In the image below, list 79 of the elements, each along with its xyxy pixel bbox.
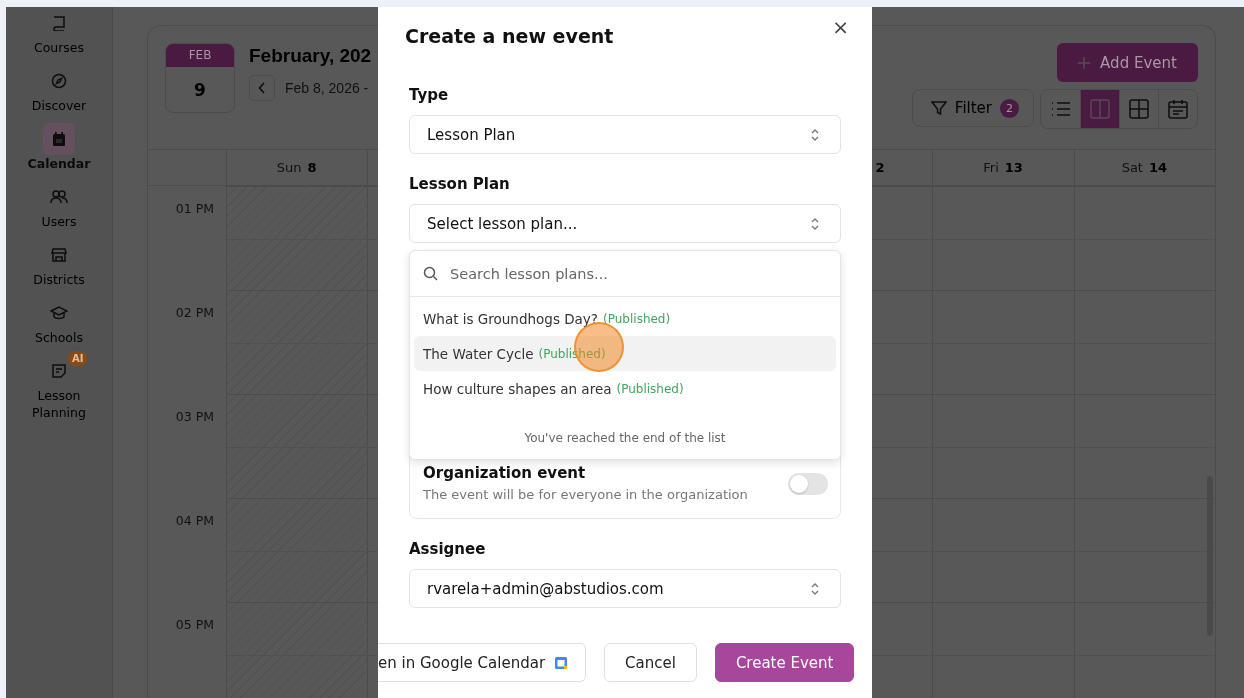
filter-count-badge: 2	[1000, 98, 1019, 118]
time-label: 01 PM	[175, 201, 214, 216]
filter-button[interactable]: Filter 2	[911, 89, 1034, 127]
date-badge-month: FEB	[166, 44, 234, 67]
time-label: 02 PM	[175, 305, 214, 320]
store-icon	[51, 247, 67, 263]
nav-label: Courses	[32, 39, 86, 56]
nav-item[interactable]: AI Lesson Planning	[9, 351, 109, 421]
organization-event-description: The event will be for everyone in the organization	[423, 486, 748, 504]
updown-chevron-icon	[810, 581, 820, 596]
google-calendar-icon	[555, 656, 568, 669]
search-icon	[423, 266, 438, 281]
grid-icon	[1129, 99, 1149, 119]
nav-item[interactable]: Discover	[9, 69, 109, 114]
option-title: The Water Cycle	[423, 345, 534, 362]
time-label: 05 PM	[175, 617, 214, 632]
nav-item[interactable]: Users	[9, 185, 109, 230]
lesson-plan-option[interactable]: How culture shapes an area (Published)	[414, 371, 836, 406]
nav-item[interactable]: Courses	[9, 11, 109, 56]
day-date: 14	[1148, 160, 1168, 175]
time-label: 04 PM	[175, 513, 214, 528]
time-label: 03 PM	[175, 409, 214, 424]
note-icon	[51, 363, 67, 379]
nav-label: Schools	[34, 329, 84, 346]
list-icon	[1050, 101, 1071, 117]
lesson-plan-select[interactable]: Select lesson plan...	[409, 204, 841, 243]
day-name: Sun	[276, 160, 302, 175]
nav-label: Users	[40, 213, 78, 230]
day-date: 13	[1004, 160, 1023, 175]
view-toggle[interactable]	[1080, 90, 1119, 128]
updown-chevron-icon	[810, 127, 820, 142]
assignee-select[interactable]: rvarela+admin@abstudios.com	[409, 569, 841, 608]
columns-icon	[1090, 99, 1110, 119]
calendar-icon	[51, 131, 67, 147]
field-label: Type	[409, 85, 450, 105]
type-select[interactable]: Lesson Plan	[409, 115, 841, 154]
option-status: (Published)	[603, 311, 671, 326]
day-name: Sat	[1121, 160, 1143, 175]
date-range: Feb 8, 2026 -	[285, 80, 369, 96]
select-value: Select lesson plan...	[427, 214, 578, 233]
date-badge-day: 9	[166, 67, 234, 112]
cancel-button[interactable]: Cancel	[604, 643, 697, 682]
users-icon	[50, 189, 68, 205]
google-calendar-button[interactable]: en in Google Calendar	[378, 643, 587, 682]
end-of-list-note: You've reached the end of the list	[523, 431, 727, 445]
select-value: rvarela+admin@abstudios.com	[427, 579, 664, 598]
previous-button[interactable]	[249, 75, 275, 101]
chevron-left-icon	[258, 82, 266, 94]
option-title: How culture shapes an area	[423, 380, 612, 397]
updown-chevron-icon	[810, 216, 820, 231]
nav-label: Discover	[30, 97, 88, 114]
ai-badge: AI	[68, 351, 88, 366]
compass-icon	[51, 73, 67, 89]
dialog-title: Create a new event	[405, 25, 614, 47]
graduation-cap-icon	[50, 305, 68, 321]
calendar-icon	[1168, 99, 1188, 119]
lesson-plan-option[interactable]: What is Groundhogs Day? (Published)	[414, 301, 836, 336]
toggle-switch[interactable]	[788, 472, 828, 495]
nav-label: Calendar	[26, 155, 92, 172]
field-label: Lesson Plan	[409, 174, 511, 194]
filter-icon	[930, 100, 947, 116]
nav-item[interactable]: Districts	[9, 243, 109, 288]
day-date: 2	[875, 160, 885, 175]
select-value: Lesson Plan	[427, 125, 516, 144]
day-date: 8	[307, 160, 317, 175]
nav-label: Districts	[32, 271, 86, 288]
calendar-title: February, 202	[249, 44, 372, 68]
organization-event-title: Organization event	[423, 463, 587, 483]
create-event-button[interactable]: Create Event	[714, 643, 855, 682]
nav-label: Lesson Planning	[31, 387, 87, 421]
option-status: (Published)	[616, 381, 684, 396]
plus-icon	[1078, 56, 1091, 69]
day-name: Fri	[983, 160, 999, 175]
option-title: What is Groundhogs Day?	[423, 310, 599, 327]
field-label: Assignee	[409, 539, 487, 559]
close-button[interactable]: ×	[832, 15, 849, 39]
add-event-button[interactable]: Add Event	[1057, 43, 1198, 82]
filter-label: Filter	[954, 99, 992, 117]
nav-item[interactable]: Schools	[9, 301, 109, 346]
